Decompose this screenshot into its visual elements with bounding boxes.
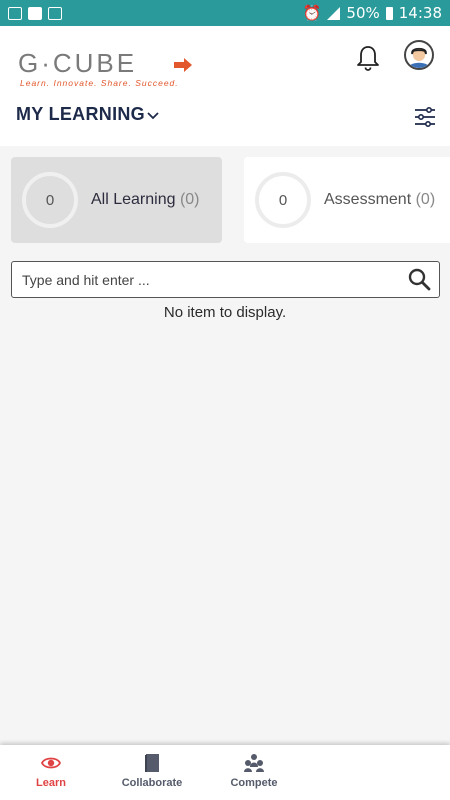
tab-badge: (0) <box>415 191 436 208</box>
notification-icons <box>8 6 62 20</box>
tab-assessment[interactable]: 0 Assessment (0) <box>244 157 450 243</box>
nav-learn[interactable]: Learn <box>30 753 72 789</box>
user-avatar-icon <box>408 47 430 68</box>
tab-label: Assessment (0) <box>324 191 435 209</box>
gcube-logo: G·CUBE Learn. Innovate. Share. Succeed. <box>18 50 192 88</box>
image-notification-icon <box>8 6 22 20</box>
nav-compete[interactable]: Compete <box>226 753 282 789</box>
bell-icon[interactable] <box>356 44 380 72</box>
signal-icon <box>327 6 341 20</box>
group-icon <box>244 754 264 772</box>
avatar[interactable] <box>404 40 434 70</box>
search-input[interactable] <box>22 269 392 291</box>
tab-label: All Learning (0) <box>91 191 200 209</box>
empty-message: No item to display. <box>163 304 287 321</box>
message-notification-icon <box>28 6 42 20</box>
tab-count-ring: 0 <box>22 172 78 228</box>
tab-badge: (0) <box>179 191 200 208</box>
my-learning-dropdown[interactable]: MY LEARNING <box>16 104 159 125</box>
chevron-down-icon <box>147 111 159 119</box>
page-title: MY LEARNING <box>16 104 145 124</box>
logo-tagline: Learn. Innovate. Share. Succeed. <box>20 78 179 88</box>
search-icon[interactable] <box>407 267 431 291</box>
category-tabs: 0 All Learning (0) 0 Assessment (0) <box>0 157 450 243</box>
search-box <box>11 261 440 298</box>
tab-all-learning[interactable]: 0 All Learning (0) <box>11 157 222 243</box>
logo-text: G·CUBE <box>18 50 137 78</box>
app-header: G·CUBE Learn. Innovate. Share. Succeed. … <box>0 26 450 146</box>
tab-count-ring: 0 <box>255 172 311 228</box>
status-bar: ⏰ 50% 14:38 <box>0 0 450 26</box>
nav-label: Learn <box>36 777 66 789</box>
nav-label: Collaborate <box>121 777 183 789</box>
filter-sliders-icon[interactable] <box>414 106 436 128</box>
nav-collaborate[interactable]: Collaborate <box>118 753 186 789</box>
mail-notification-icon <box>48 6 62 20</box>
alarm-icon: ⏰ <box>302 4 322 22</box>
book-icon <box>145 754 159 772</box>
battery-icon <box>385 6 393 20</box>
bottom-nav: Learn Collaborate Compete <box>0 745 450 800</box>
battery-percent: 50% <box>346 4 380 22</box>
tab-title: All Learning <box>91 191 176 208</box>
tab-title: Assessment <box>324 191 412 208</box>
nav-label: Compete <box>230 777 278 789</box>
clock: 14:38 <box>398 4 442 22</box>
eye-icon <box>41 757 61 769</box>
